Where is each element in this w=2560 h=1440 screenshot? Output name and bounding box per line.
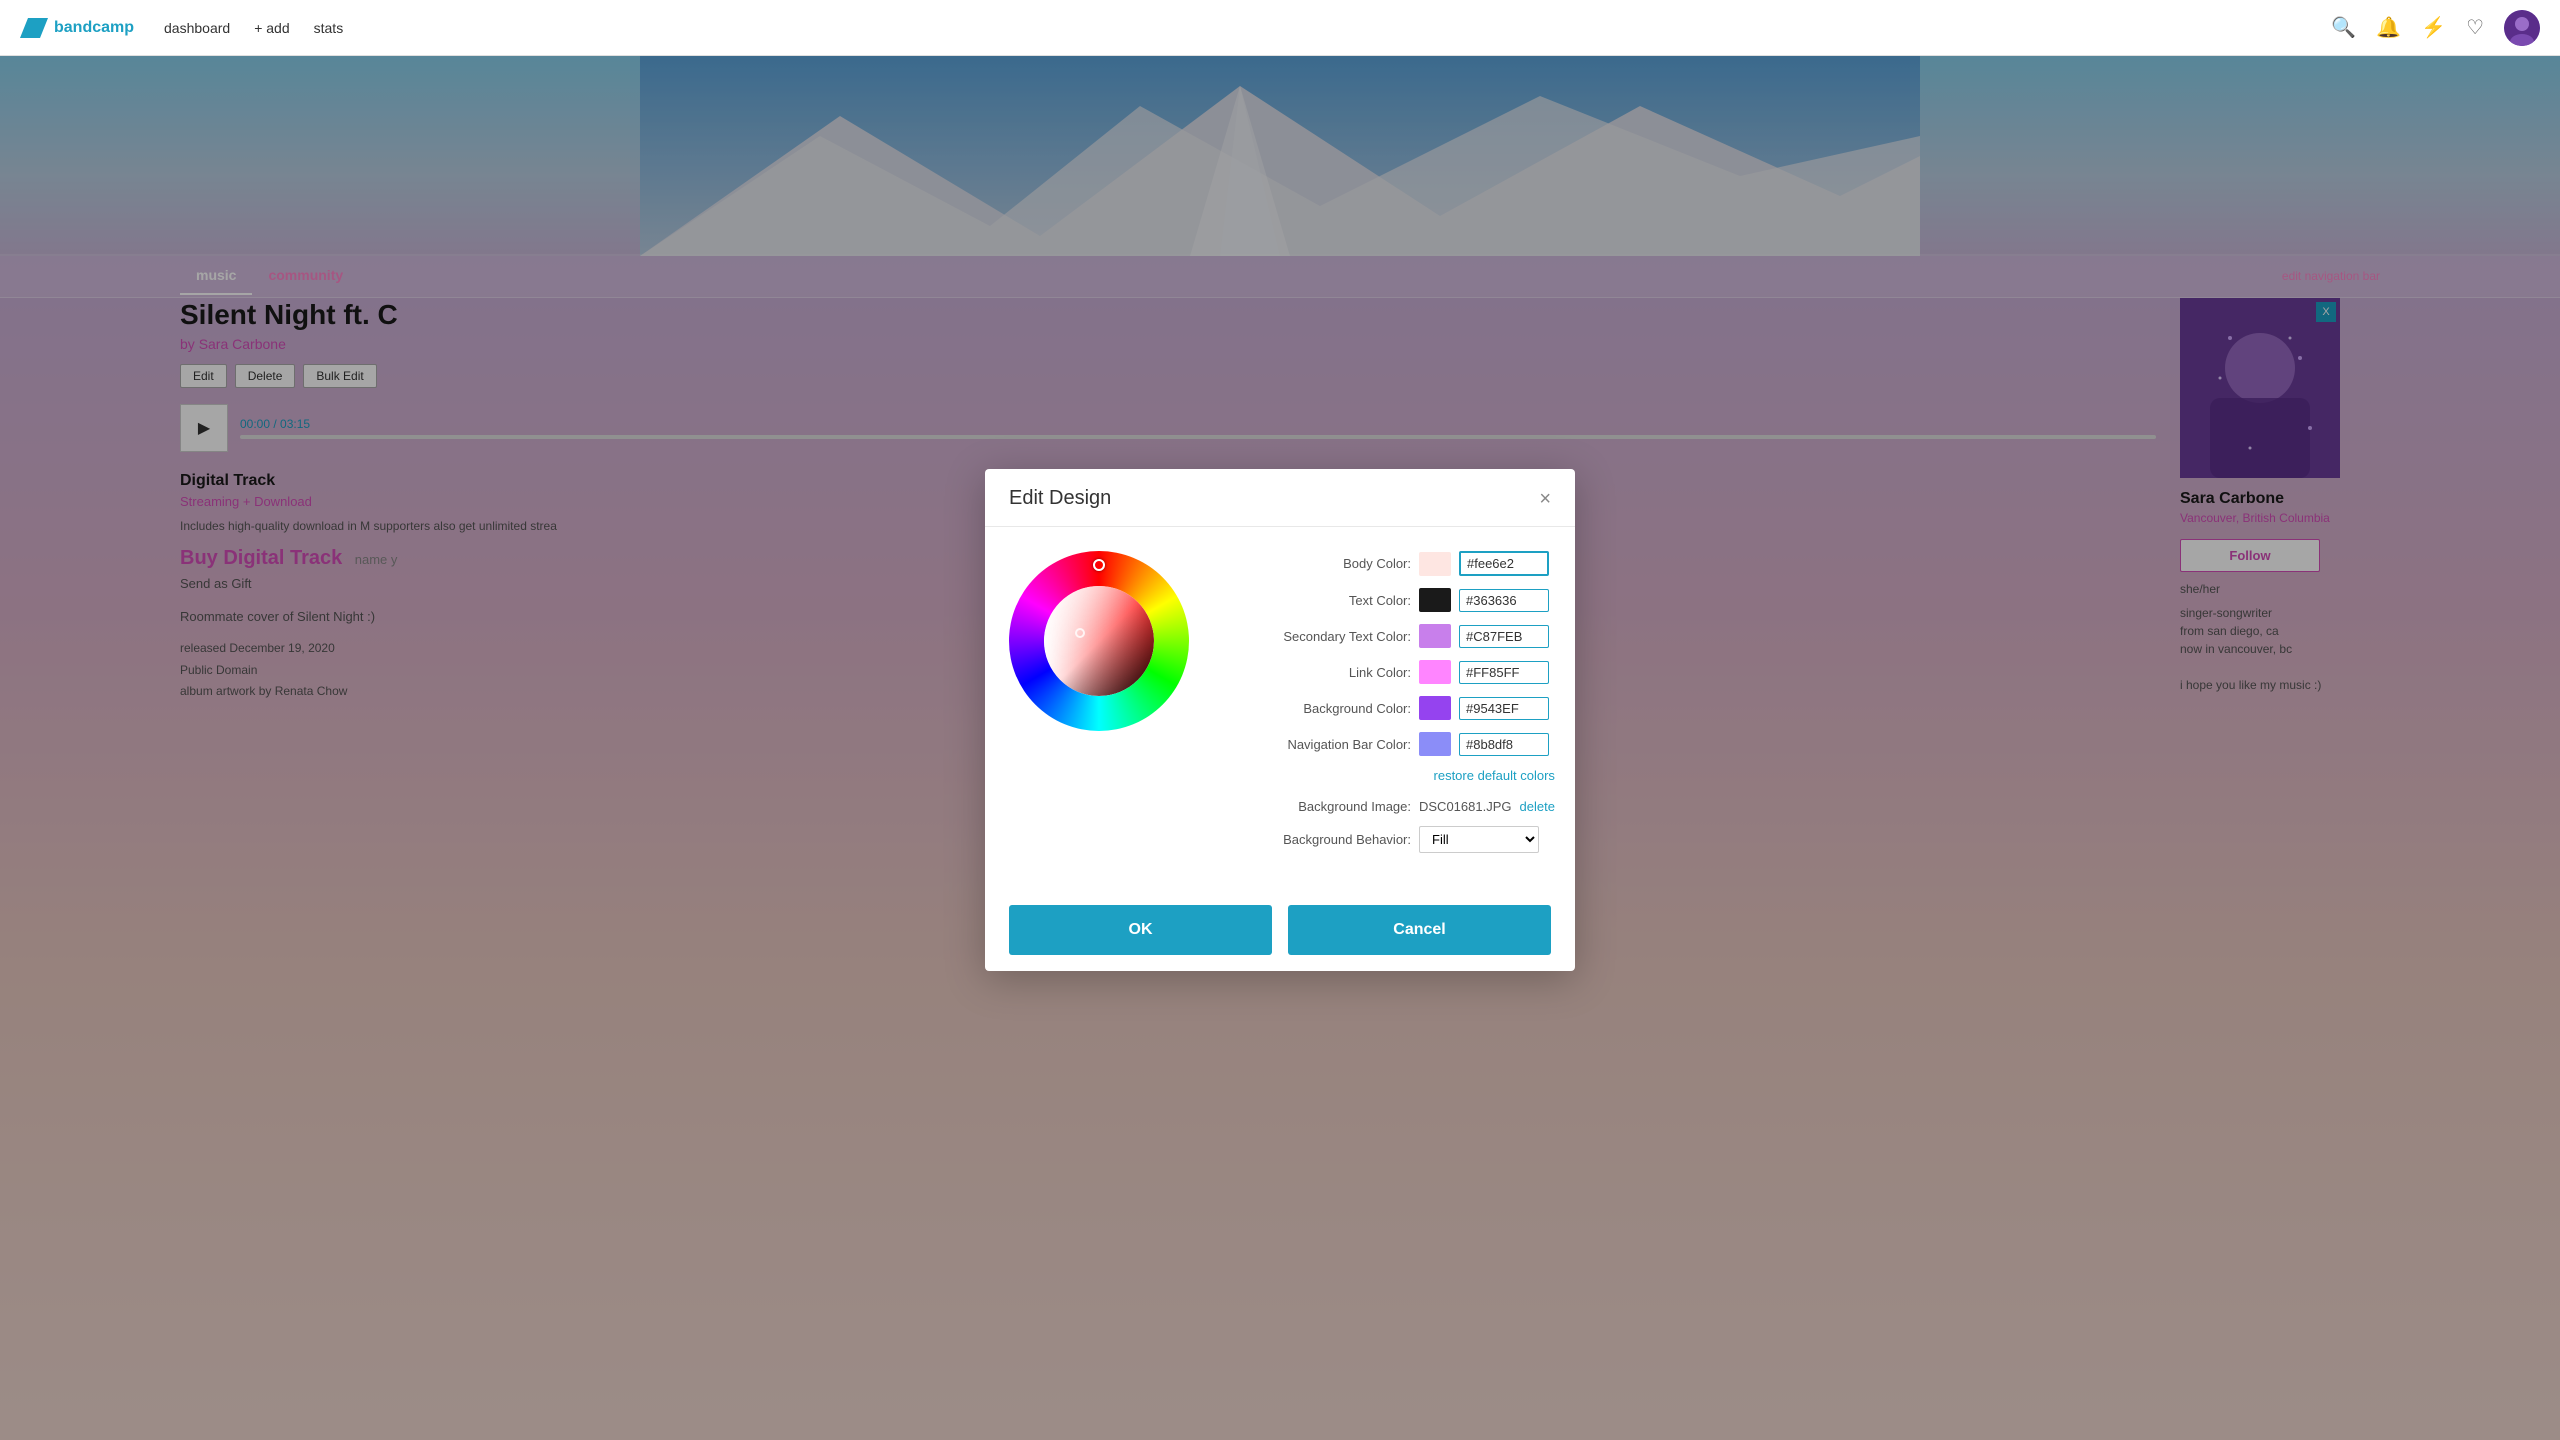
nav-right: 🔍 🔔 ⚡ ♡ [2331,10,2540,46]
color-wheel-inner [1044,586,1154,696]
link-color-swatch[interactable] [1419,660,1451,684]
background-image-filename: DSC01681.JPG [1419,799,1512,814]
text-color-label: Text Color: [1241,593,1411,608]
color-picker-area [1009,551,1209,865]
secondary-text-color-row: Secondary Text Color: [1241,624,1555,648]
avatar-image [2504,10,2540,46]
text-color-row: Text Color: [1241,588,1555,612]
link-color-label: Link Color: [1241,665,1411,680]
logo-text: bandcamp [54,19,134,37]
body-color-input[interactable] [1459,551,1549,576]
nav-links: dashboard + add stats [164,20,343,36]
nav-bar-color-row: Navigation Bar Color: [1241,732,1555,756]
nav-bar-color-swatch[interactable] [1419,732,1451,756]
color-wheel-container[interactable] [1009,551,1189,731]
color-fields: Body Color: Text Color: Secondary Text C… [1241,551,1555,865]
heart-icon[interactable]: ♡ [2466,15,2484,40]
nav-dashboard[interactable]: dashboard [164,20,230,36]
secondary-text-color-input[interactable] [1459,625,1549,648]
modal-body: Body Color: Text Color: Secondary Text C… [985,527,1575,889]
nav-bar-color-input[interactable] [1459,733,1549,756]
lightning-icon[interactable]: ⚡ [2421,15,2446,40]
search-icon[interactable]: 🔍 [2331,15,2356,40]
body-color-label: Body Color: [1241,556,1411,571]
modal-footer: OK Cancel [985,889,1575,971]
background-image-delete[interactable]: delete [1520,799,1555,814]
gradient-selector-dot [1075,628,1085,638]
text-color-input[interactable] [1459,589,1549,612]
background-color-input[interactable] [1459,697,1549,720]
link-color-input[interactable] [1459,661,1549,684]
background-behavior-label: Background Behavior: [1241,832,1411,847]
background-behavior-row: Background Behavior: Fill Tile Center St… [1241,826,1555,853]
bandcamp-logo-icon [20,18,48,38]
link-color-row: Link Color: [1241,660,1555,684]
background-color-label: Background Color: [1241,701,1411,716]
background-behavior-select[interactable]: Fill Tile Center Stretch [1419,826,1539,853]
text-color-swatch[interactable] [1419,588,1451,612]
edit-design-modal: Edit Design × Body Color: [985,469,1575,971]
cancel-button[interactable]: Cancel [1288,905,1551,955]
nav-stats[interactable]: stats [314,20,344,36]
restore-colors-link[interactable]: restore default colors [1241,768,1555,783]
modal-title: Edit Design [1009,487,1111,510]
secondary-text-color-swatch[interactable] [1419,624,1451,648]
top-navigation: bandcamp dashboard + add stats 🔍 🔔 ⚡ ♡ [0,0,2560,56]
body-color-swatch[interactable] [1419,552,1451,576]
background-color-swatch[interactable] [1419,696,1451,720]
ok-button[interactable]: OK [1009,905,1272,955]
modal-header: Edit Design × [985,469,1575,527]
color-wheel-dot [1093,559,1105,571]
color-gradient[interactable] [1044,586,1154,696]
bell-icon[interactable]: 🔔 [2376,15,2401,40]
nav-bar-color-label: Navigation Bar Color: [1241,737,1411,752]
modal-close-button[interactable]: × [1539,489,1551,509]
logo[interactable]: bandcamp [20,18,134,38]
body-color-row: Body Color: [1241,551,1555,576]
secondary-text-color-label: Secondary Text Color: [1241,629,1411,644]
background-color-row: Background Color: [1241,696,1555,720]
color-wheel[interactable] [1009,551,1189,731]
background-image-label: Background Image: [1241,799,1411,814]
background-image-row: Background Image: DSC01681.JPG delete [1241,799,1555,814]
avatar[interactable] [2504,10,2540,46]
nav-add[interactable]: + add [254,20,289,36]
